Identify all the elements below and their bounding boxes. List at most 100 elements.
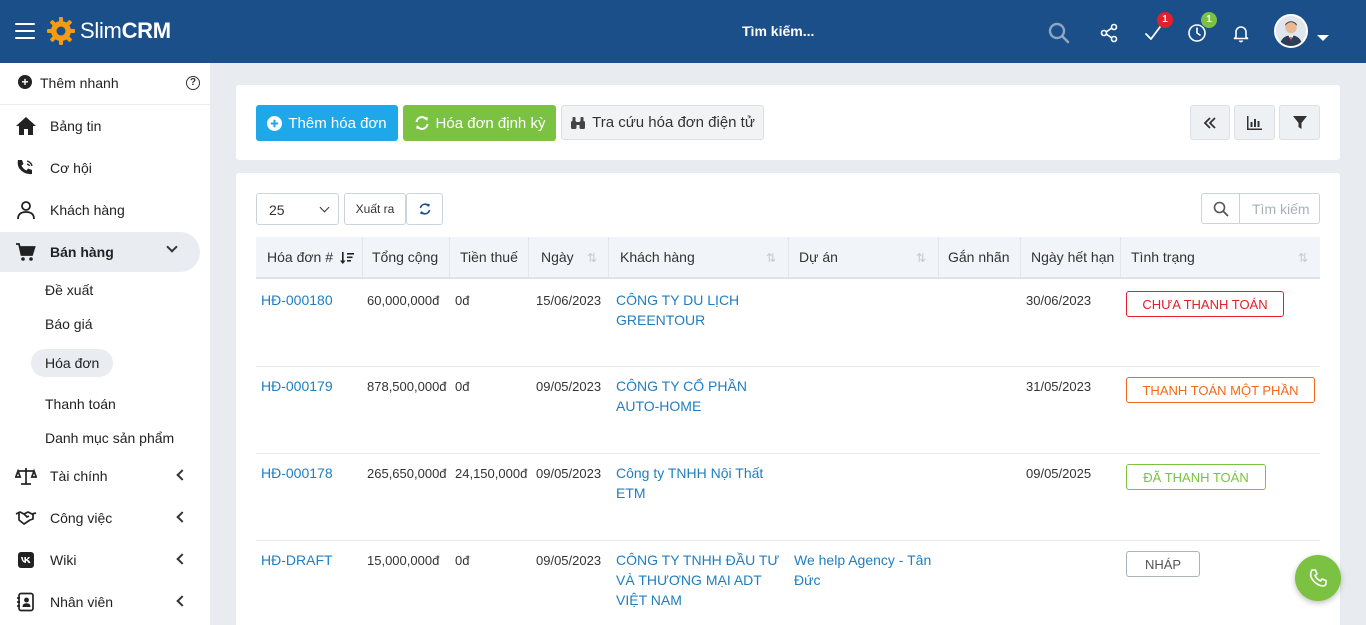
column-separator [788,237,789,277]
sort-both-icon[interactable]: ⇅ [587,251,599,265]
row-divider [256,366,1320,367]
filter-button[interactable] [1279,105,1320,140]
sidebar-item-tasks[interactable]: Công việc [0,498,200,538]
sort-both-icon[interactable]: ⇅ [766,251,778,265]
chevron-left-icon [176,469,188,481]
home-icon [16,117,36,135]
column-separator [1020,237,1021,277]
sidebar-subitem-payments[interactable]: Thanh toán [45,396,116,412]
sidebar-subitem-products[interactable]: Danh mục sản phẩm [45,430,174,446]
row-divider [256,540,1320,541]
column-header-project[interactable]: Dự án [799,249,838,265]
invoice-date: 09/05/2023 [536,466,602,481]
sidebar-subitem-proposals[interactable]: Đề xuất [45,282,93,298]
recurring-invoices-button[interactable]: Hóa đơn định kỳ [403,105,556,141]
sidebar-item-finance[interactable]: Tài chính [0,456,200,496]
statistics-button[interactable] [1234,105,1275,140]
column-separator [528,237,529,277]
handshake-icon [15,511,37,525]
column-separator [938,237,939,277]
help-circle-icon[interactable]: ? [186,76,200,90]
sidebar-item-label: Công việc [50,510,113,526]
customer-link[interactable]: Công ty TNHH Nội Thất ETM [616,463,776,503]
table-search-field[interactable]: Tìm kiếm [1201,193,1320,224]
status-badge: THANH TOÁN MỘT PHẦN [1126,377,1315,403]
sort-both-icon[interactable]: ⇅ [916,251,928,265]
sidebar-item-label: Wiki [50,552,77,568]
invoice-total: 15,000,000đ [367,553,440,568]
invoice-number-link[interactable]: HĐ-DRAFT [261,552,333,568]
column-header-due-date[interactable]: Ngày hết hạn [1031,249,1114,265]
search-icon [1213,201,1229,217]
sidebar-item-wiki[interactable]: Wiki [0,540,200,580]
sidebar-item-label: Bảng tin [50,118,102,134]
invoice-number-link[interactable]: HĐ-000179 [261,378,333,394]
column-header-date[interactable]: Ngày [541,249,574,265]
chevron-down-icon [319,202,330,213]
invoice-number-link[interactable]: HĐ-000180 [261,292,333,308]
sort-both-icon[interactable]: ⇅ [1298,251,1310,265]
sort-desc-active-icon[interactable] [340,251,354,265]
table-search-icon-box [1202,194,1240,223]
invoice-date: 09/05/2023 [536,553,602,568]
sidebar-item-staff[interactable]: Nhân viên [0,582,200,622]
sidebar-item-customers[interactable]: Khách hàng [0,190,200,230]
quick-add[interactable]: + Thêm nhanh ? [0,63,210,105]
table-header-row: Hóa đơn # Tổng cộng Tiền thuế Ngày ⇅ Khá… [256,237,1320,279]
e-invoice-lookup-button[interactable]: Tra cứu hóa đơn điện tử [561,105,764,140]
phone-volume-icon [17,160,33,175]
sidebar-item-dashboard[interactable]: Bảng tin [0,106,200,146]
column-header-total[interactable]: Tổng cộng [372,249,438,265]
user-avatar[interactable] [1274,14,1308,48]
sidebar-item-opportunities[interactable]: Cơ hội [0,148,200,188]
sidebar-subitem-estimates[interactable]: Báo giá [45,316,92,332]
plus-circle-icon: + [18,75,32,89]
page-length-select[interactable]: 25 [256,193,339,225]
column-header-customer[interactable]: Khách hàng [620,249,695,265]
invoice-number-link[interactable]: HĐ-000178 [261,465,333,481]
customer-link[interactable]: CÔNG TY DU LỊCH GREENTOUR [616,290,786,330]
search-icon[interactable] [1048,22,1070,44]
column-header-tags[interactable]: Gắn nhãn [948,249,1010,265]
column-header-tax[interactable]: Tiền thuế [460,249,518,265]
user-avatar-icon [1276,16,1306,46]
global-search-input[interactable]: Tìm kiếm... [742,23,814,39]
export-button[interactable]: Xuất ra [344,193,406,225]
sidebar-item-label: Tài chính [50,468,108,484]
call-floating-button[interactable] [1295,555,1341,601]
invoice-tax: 0đ [455,553,470,568]
project-link[interactable]: We help Agency - Tân Đức [794,550,934,590]
chevron-left-icon [176,553,188,565]
bell-icon[interactable] [1231,23,1251,43]
column-header-status[interactable]: Tình trạng [1131,249,1195,265]
sidebar-item-sales[interactable]: Bán hàng [0,232,200,272]
refresh-arrows-icon [415,116,429,130]
table-search-placeholder: Tìm kiếm [1252,201,1310,217]
customer-link[interactable]: CÔNG TY TNHH ĐẦU TƯ VÀ THƯƠNG MẠI ADT VI… [616,550,786,610]
toolbar-panel: Thêm hóa đơn Hóa đơn định kỳ Tra cứu hóa… [236,85,1340,160]
invoice-due-date: 30/06/2023 [1026,293,1092,308]
page-length-value: 25 [269,202,285,218]
balance-scale-icon [15,468,37,485]
share-icon[interactable] [1099,23,1119,43]
collapse-panel-button[interactable] [1190,105,1230,140]
column-separator [1120,237,1121,277]
user-menu-caret-icon[interactable] [1317,35,1329,41]
menu-toggle-icon[interactable] [15,23,35,39]
reload-table-button[interactable] [406,193,443,225]
vk-icon [18,552,34,568]
gear-logo-icon [47,17,75,45]
chevron-left-icon [176,595,188,607]
recurring-invoices-label: Hóa đơn định kỳ [435,114,546,132]
add-invoice-button[interactable]: Thêm hóa đơn [256,105,398,141]
status-badge: ĐÃ THANH TOÁN [1126,464,1266,490]
column-header-invoice[interactable]: Hóa đơn # [267,249,333,265]
invoice-due-date: 09/05/2025 [1026,466,1092,481]
filter-funnel-icon [1292,115,1307,129]
invoice-due-date: 31/05/2023 [1026,379,1092,394]
customer-link[interactable]: CÔNG TY CỔ PHẦN AUTO-HOME [616,376,786,416]
row-divider [256,453,1320,454]
sidebar-subitem-invoices[interactable]: Hóa đơn [31,349,114,377]
app-logo[interactable]: SlimCRM [46,15,171,47]
invoice-tax: 24,150,000đ [455,466,528,481]
